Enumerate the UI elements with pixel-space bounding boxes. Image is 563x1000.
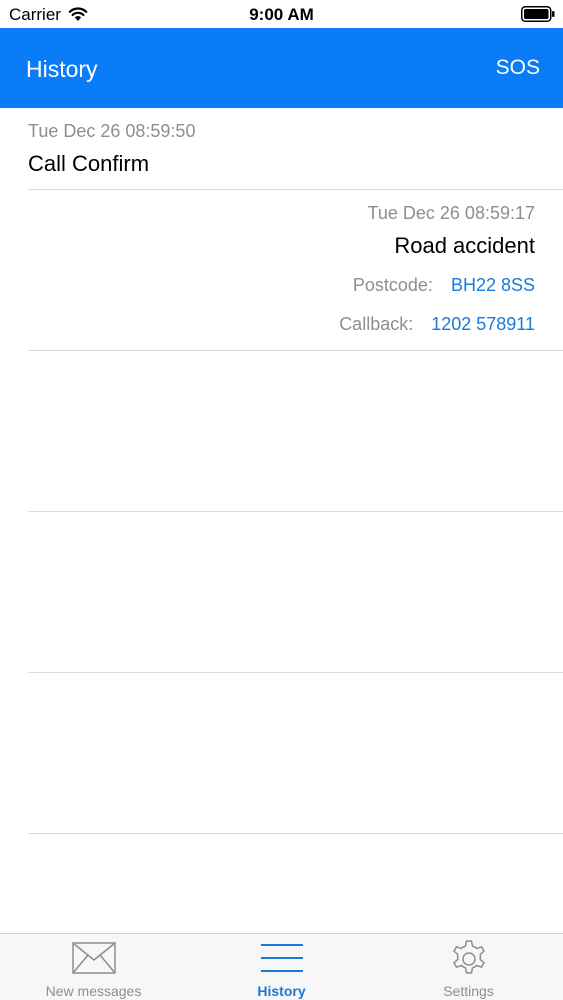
history-item-outgoing[interactable]: Tue Dec 26 08:59:17 Road accident Postco… — [0, 190, 563, 351]
navigation-bar: History SOS — [0, 28, 563, 108]
message-timestamp: Tue Dec 26 08:59:17 — [367, 203, 535, 223]
history-list[interactable]: Tue Dec 26 08:59:50 Call Confirm Tue Dec… — [0, 108, 563, 933]
empty-row — [0, 673, 563, 834]
message-text: Call Confirm — [28, 151, 150, 176]
battery-icon — [521, 6, 555, 22]
message-timestamp: Tue Dec 26 08:59:50 — [28, 121, 196, 141]
row-divider — [28, 833, 563, 834]
message-text: Road accident — [394, 233, 535, 258]
tab-label: New messages — [45, 983, 142, 999]
tab-history[interactable]: History — [188, 934, 375, 1000]
callback-detail: Callback: 1202 578911 — [339, 314, 535, 335]
callback-label: Callback: — [339, 314, 414, 334]
tab-label: History — [257, 983, 306, 999]
tab-bar: New messages History Settings — [0, 933, 563, 1000]
history-item-incoming[interactable]: Tue Dec 26 08:59:50 Call Confirm — [0, 108, 563, 190]
empty-row — [0, 351, 563, 512]
tab-new-messages[interactable]: New messages — [0, 934, 187, 1000]
clock-time: 9:00 AM — [249, 5, 314, 24]
postcode-detail: Postcode: BH22 8SS — [353, 275, 535, 296]
envelope-icon — [71, 942, 116, 974]
callback-phone-link[interactable]: 1202 578911 — [431, 314, 535, 334]
postcode-label: Postcode: — [352, 275, 433, 295]
list-icon — [260, 944, 303, 972]
tab-settings[interactable]: Settings — [375, 934, 562, 1000]
page-title: History — [26, 56, 98, 82]
gear-icon — [452, 940, 485, 974]
status-bar: Carrier 9:00 AM — [0, 0, 563, 28]
sos-button[interactable]: SOS — [496, 56, 540, 80]
tab-label: Settings — [443, 983, 494, 999]
empty-row — [0, 512, 563, 673]
postcode-link[interactable]: BH22 8SS — [451, 275, 535, 295]
